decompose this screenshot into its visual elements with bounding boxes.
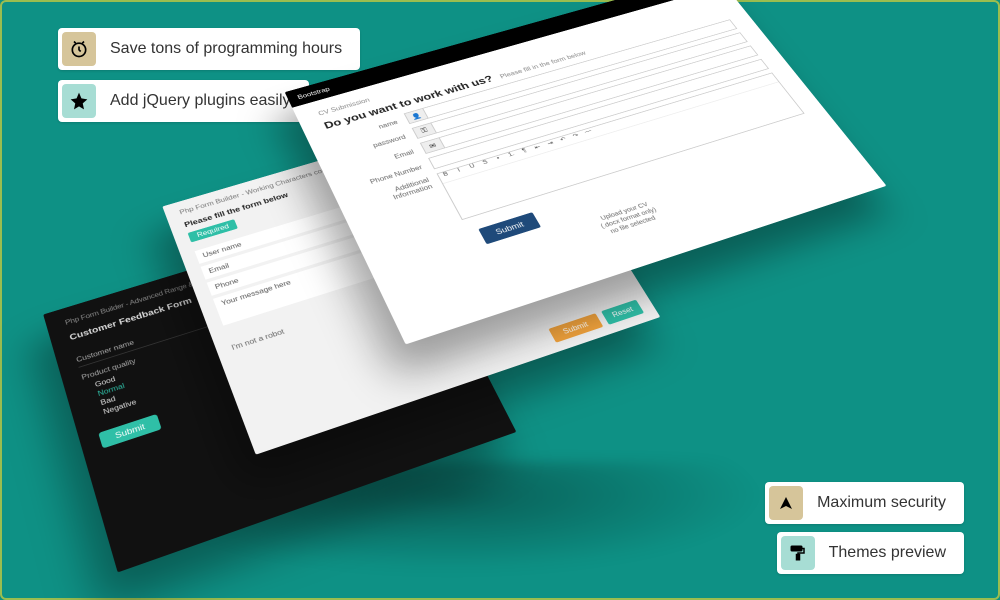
callout-label: Save tons of programming hours <box>110 40 342 58</box>
submit-button[interactable]: Submit <box>98 414 161 449</box>
recaptcha-label[interactable]: I'm not a robot <box>230 327 285 351</box>
reset-button[interactable]: Reset <box>601 300 644 325</box>
callout-label: Add jQuery plugins easily <box>110 92 291 110</box>
callout-save-hours: Save tons of programming hours <box>58 28 360 70</box>
star-icon <box>62 84 96 118</box>
clock-icon <box>62 32 96 66</box>
preview-stage: Php Form Builder - Advanced Range & Sele… <box>142 132 862 562</box>
callout-jquery-plugins: Add jQuery plugins easily <box>58 80 309 122</box>
submit-button[interactable]: Submit <box>548 313 603 342</box>
